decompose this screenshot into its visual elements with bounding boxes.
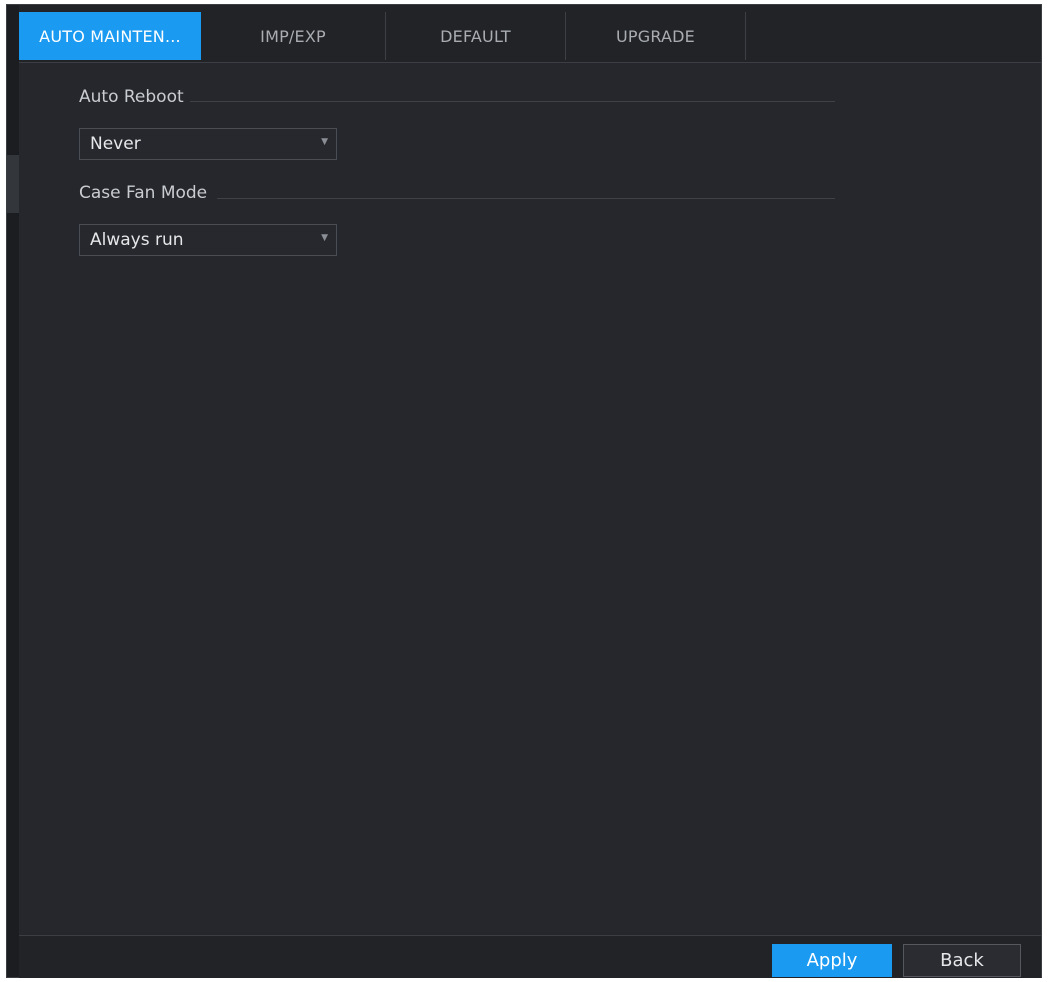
- tab-auto-maintenance[interactable]: AUTO MAINTEN...: [19, 12, 201, 60]
- auto-reboot-value: Never: [90, 134, 141, 154]
- apply-button[interactable]: Apply: [772, 944, 892, 977]
- case-fan-mode-value: Always run: [90, 230, 184, 250]
- case-fan-mode-label: Case Fan Mode: [79, 183, 208, 203]
- auto-reboot-label: Auto Reboot: [79, 87, 184, 107]
- auto-reboot-divider: [190, 101, 835, 102]
- case-fan-mode-divider: [217, 198, 835, 199]
- dropdown-arrow-icon: ▼: [321, 233, 328, 243]
- tab-imp-exp[interactable]: IMP/EXP: [201, 12, 386, 60]
- tab-bar: AUTO MAINTEN... IMP/EXP DEFAULT UPGRADE: [19, 5, 1041, 63]
- dropdown-arrow-icon: ▼: [321, 137, 328, 147]
- tab-upgrade[interactable]: UPGRADE: [566, 12, 746, 60]
- case-fan-mode-select[interactable]: Always run ▼: [79, 224, 337, 256]
- footer-bar: Apply Back: [19, 935, 1041, 978]
- back-button[interactable]: Back: [903, 944, 1021, 977]
- tab-default[interactable]: DEFAULT: [386, 12, 566, 60]
- auto-reboot-select[interactable]: Never ▼: [79, 128, 337, 160]
- left-edge-strip: [7, 5, 19, 977]
- left-edge-handle[interactable]: [7, 155, 19, 213]
- maintenance-window: AUTO MAINTEN... IMP/EXP DEFAULT UPGRADE …: [6, 4, 1042, 978]
